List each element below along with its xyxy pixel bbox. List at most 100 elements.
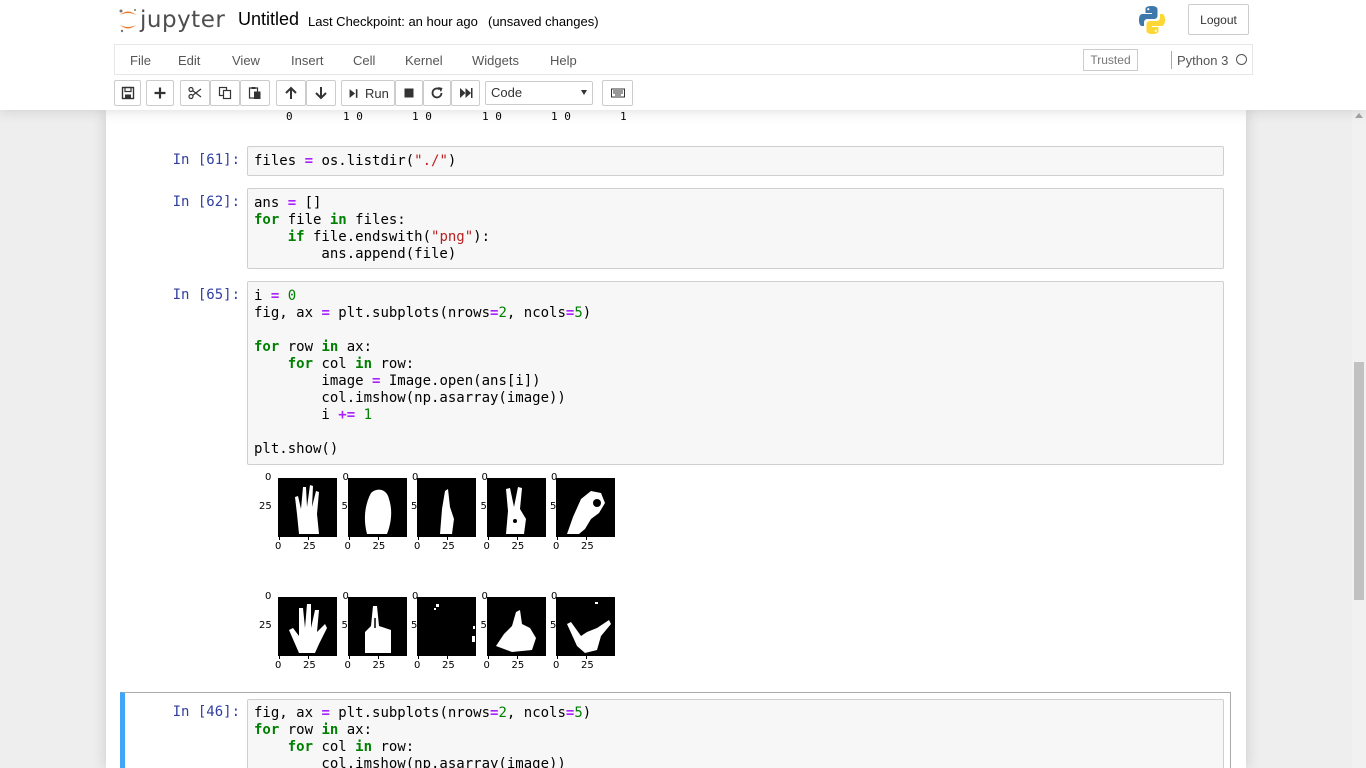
insert-cell-button[interactable]: [146, 80, 174, 106]
code-editor[interactable]: fig, ax = plt.subplots(nrows=2, ncols=5)…: [247, 699, 1224, 768]
kernel-name[interactable]: Python 3: [1177, 53, 1228, 68]
y-tick-label-partial: 5: [411, 501, 418, 512]
x-tick-label: 25: [511, 660, 525, 671]
code-editor[interactable]: i = 0 fig, ax = plt.subplots(nrows=2, nco…: [247, 281, 1224, 465]
code-token: files: [254, 153, 305, 169]
output-label: 1 0: [343, 110, 363, 123]
menu-view[interactable]: View: [232, 53, 260, 68]
code-token: row: [279, 722, 322, 738]
code-token: fig, ax: [254, 305, 322, 321]
move-up-button[interactable]: [276, 80, 306, 106]
menu-insert[interactable]: Insert: [291, 53, 324, 68]
x-tick-mark: [279, 656, 280, 659]
jupyter-logo[interactable]: jupyter: [117, 5, 225, 35]
y-tick-label: 25: [259, 501, 272, 512]
menu-cell[interactable]: Cell: [353, 53, 375, 68]
x-tick-mark: [557, 537, 558, 540]
menu-widgets[interactable]: Widgets: [472, 53, 519, 68]
input-prompt: In [65]:: [172, 287, 240, 303]
code-token: ax:: [338, 339, 373, 355]
x-tick-label: 25: [372, 660, 386, 671]
y-tick-label-partial: 5: [341, 501, 348, 512]
notebook-name[interactable]: Untitled: [238, 9, 299, 30]
hand-silhouette: [295, 485, 319, 534]
x-tick-mark: [348, 537, 350, 540]
arrow-down-icon: [315, 87, 327, 100]
code-line: fig, ax = plt.subplots(nrows=2, ncols=5): [248, 705, 1223, 722]
input-prompt: In [46]:: [172, 704, 240, 720]
header: jupyter Untitled Last Checkpoint: an hou…: [0, 0, 1366, 110]
code-token: ans: [254, 195, 288, 211]
scrollbar[interactable]: [1352, 110, 1366, 768]
restart-icon: [431, 87, 443, 99]
x-tick-mark: [418, 656, 419, 659]
step-forward-icon: [349, 88, 358, 98]
code-token-kw: for: [254, 339, 280, 355]
code-token-num: 5: [574, 305, 583, 321]
code-token: row: [279, 339, 322, 355]
scrollbar-thumb[interactable]: [1354, 362, 1364, 600]
code-line: files = os.listdir("./"): [248, 153, 1223, 170]
code-token: os.listdir(: [313, 153, 415, 169]
y-tick-label: 25: [259, 620, 272, 631]
y-tick-label: 0: [265, 591, 272, 602]
code-editor[interactable]: ans = [] for file in files: if file.endsw…: [247, 188, 1224, 269]
code-token: plt.show(): [254, 441, 339, 457]
menu-kernel[interactable]: Kernel: [405, 53, 443, 68]
paste-button[interactable]: [240, 80, 270, 106]
trusted-indicator[interactable]: Trusted: [1083, 49, 1138, 71]
code-token-op: =: [287, 195, 297, 211]
x-tick-label: 25: [581, 660, 594, 671]
code-token: file.endswith(: [304, 229, 432, 245]
move-down-button[interactable]: [306, 80, 336, 106]
image-panel: [278, 597, 337, 656]
code-token-kw: in: [355, 739, 373, 755]
menu-help[interactable]: Help: [550, 53, 577, 68]
code-token: image: [254, 373, 373, 389]
interrupt-button[interactable]: [395, 80, 423, 106]
code-token-kw: for: [287, 356, 314, 372]
code-token-num: 2: [498, 305, 507, 321]
x-tick-mark: [516, 656, 518, 659]
restart-run-all-button[interactable]: [451, 80, 480, 106]
code-token-op: +=: [338, 407, 356, 423]
notebook-site[interactable]: 0 1 0 1 0 1 0 1 0 1 In [61]: files = os.…: [0, 110, 1352, 768]
input-prompt: In [61]:: [172, 152, 240, 168]
hand-silhouette: [495, 610, 536, 652]
code-token: []: [296, 195, 322, 211]
y-tick-label-partial: 5: [550, 501, 557, 512]
code-token: files:: [346, 212, 406, 228]
y-tick-label: 0: [265, 472, 272, 483]
save-button[interactable]: [114, 80, 141, 106]
code-token: , ncols: [506, 705, 566, 721]
code-token-str: "./": [414, 153, 448, 169]
code-token-op: =: [321, 705, 330, 721]
command-palette-button[interactable]: [602, 80, 633, 106]
x-tick-label: 25: [303, 541, 316, 552]
image-panel: [278, 478, 337, 537]
copy-button[interactable]: [210, 80, 240, 106]
code-token: ans.append(file): [254, 246, 457, 262]
hand-silhouette: [289, 604, 327, 653]
menu-file[interactable]: File: [130, 53, 151, 68]
cut-button[interactable]: [180, 80, 210, 106]
copy-icon: [218, 86, 232, 100]
x-tick-label: 0: [344, 541, 351, 552]
cell-type-select[interactable]: Code: [485, 81, 593, 105]
output-label: 1: [620, 110, 627, 123]
code-token-kw: for: [254, 212, 280, 228]
input-prompt: In [62]:: [172, 194, 240, 210]
restart-button[interactable]: [423, 80, 451, 106]
x-tick-label: 25: [442, 541, 455, 552]
y-tick-label: 0: [342, 472, 349, 483]
run-button[interactable]: Run: [341, 80, 395, 106]
scroll-up-arrow-icon[interactable]: [1355, 113, 1363, 118]
menu-edit[interactable]: Edit: [178, 53, 200, 68]
code-editor[interactable]: files = os.listdir("./"): [247, 146, 1224, 176]
arrow-up-icon: [285, 86, 297, 99]
logout-button[interactable]: Logout: [1188, 4, 1249, 35]
code-token-num: 0: [287, 288, 297, 304]
